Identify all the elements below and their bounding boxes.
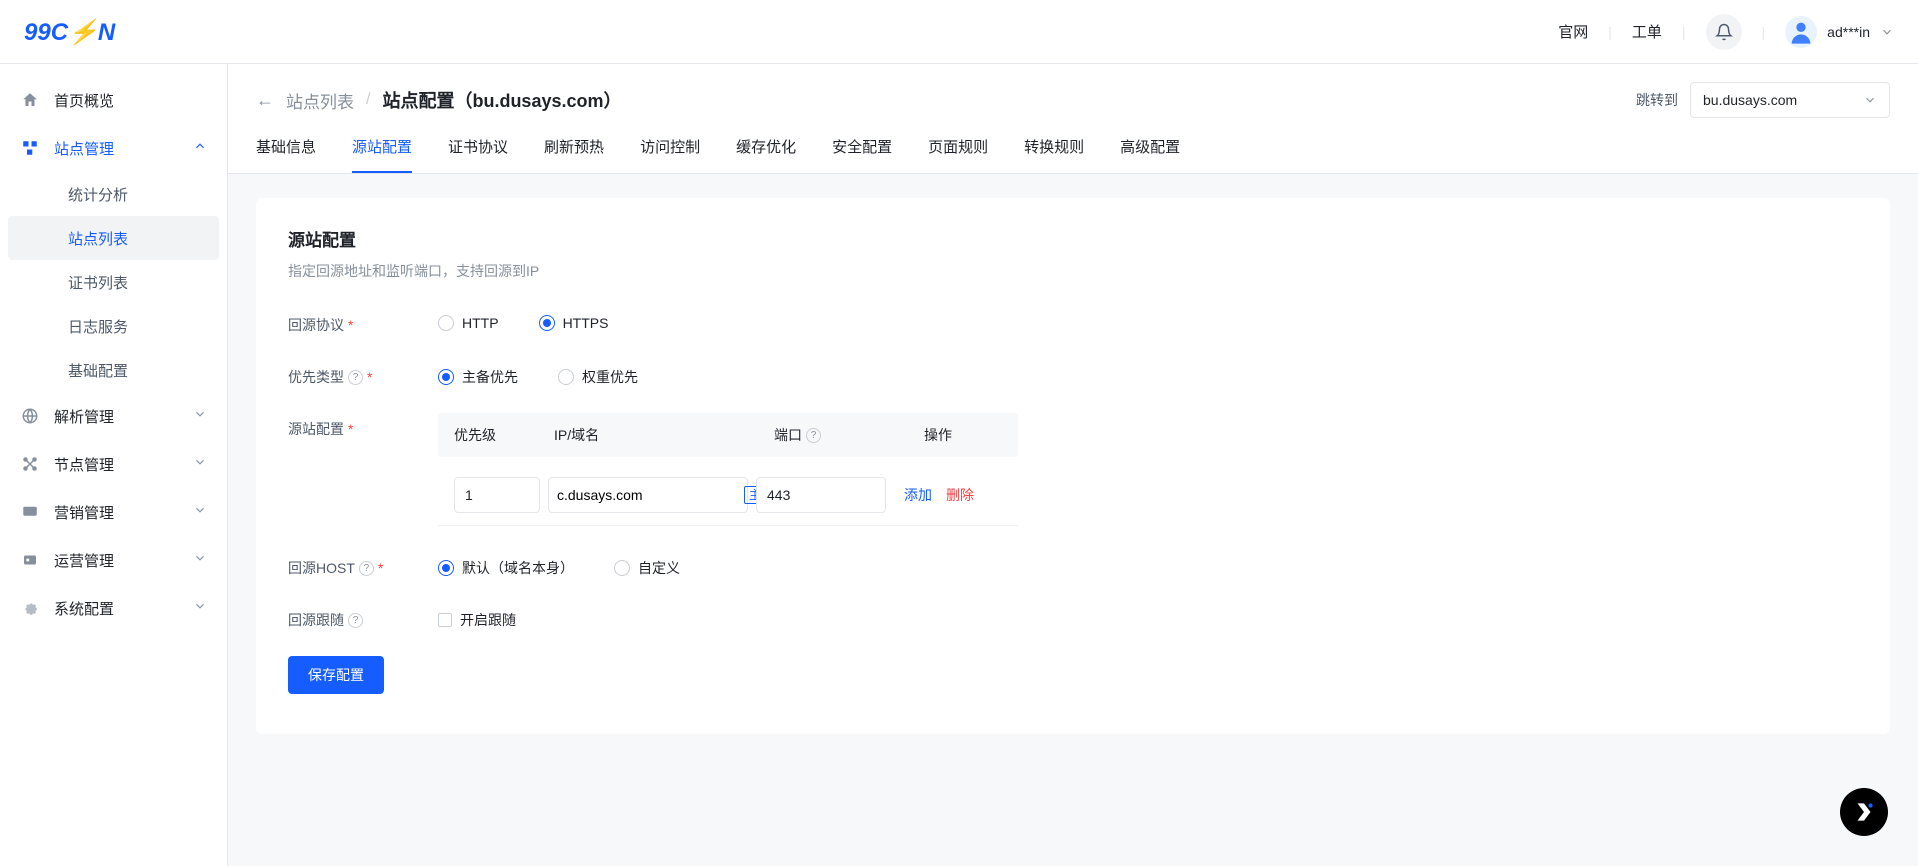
- logo[interactable]: 99C⚡N: [24, 16, 134, 48]
- delete-link[interactable]: 删除: [946, 485, 974, 505]
- breadcrumb-link[interactable]: 站点列表: [286, 88, 354, 113]
- gear-icon: [20, 598, 40, 618]
- domain-input-wrap[interactable]: 主: [548, 477, 748, 513]
- sites-icon: [20, 138, 40, 158]
- radio-https[interactable]: HTTPS: [539, 315, 609, 331]
- row-protocol: 回源协议 * HTTP HTTPS: [288, 309, 1858, 335]
- port-input[interactable]: [756, 477, 886, 513]
- avatar: [1785, 16, 1817, 48]
- official-site-link[interactable]: 官网: [1558, 21, 1588, 42]
- domain-input[interactable]: [557, 487, 738, 503]
- origin-table-header: 优先级 IP/域名 端口 ? 操作: [438, 413, 1018, 457]
- jump-area: 跳转到 bu.dusays.com: [1636, 82, 1890, 118]
- user-menu[interactable]: ad***in: [1785, 16, 1894, 48]
- notification-button[interactable]: [1706, 14, 1742, 50]
- follow-checkbox[interactable]: 开启跟随: [438, 604, 1858, 630]
- section-title: 源站配置: [288, 226, 1858, 251]
- radio-http[interactable]: HTTP: [438, 315, 499, 331]
- tab-page-rules[interactable]: 页面规则: [928, 136, 988, 173]
- home-icon: [20, 90, 40, 110]
- sidebar-item-marketing[interactable]: 营销管理: [0, 488, 227, 536]
- tab-basic-info[interactable]: 基础信息: [256, 136, 316, 173]
- sidebar-sub-site-list[interactable]: 站点列表: [8, 216, 219, 260]
- protocol-label: 回源协议 *: [288, 309, 438, 335]
- help-icon[interactable]: ?: [806, 428, 821, 443]
- chevron-down-icon: [1880, 25, 1894, 39]
- chevron-down-icon: [193, 551, 207, 569]
- add-link[interactable]: 添加: [904, 485, 932, 505]
- radio-host-custom[interactable]: 自定义: [614, 558, 680, 578]
- sidebar-sub-basic-config[interactable]: 基础配置: [0, 348, 227, 392]
- section-desc: 指定回源地址和监听端口，支持回源到IP: [288, 261, 1858, 281]
- radio-host-default[interactable]: 默认（域名本身）: [438, 558, 574, 578]
- svg-text:99C⚡N: 99C⚡N: [24, 18, 116, 46]
- row-priority-type: 优先类型 ? * 主备优先 权重优先: [288, 361, 1858, 387]
- marketing-icon: [20, 502, 40, 522]
- origin-table: 优先级 IP/域名 端口 ? 操作 主: [438, 413, 1018, 526]
- sidebar-sub-analytics[interactable]: 统计分析: [0, 172, 227, 216]
- tab-security[interactable]: 安全配置: [832, 136, 892, 173]
- tab-cert-protocol[interactable]: 证书协议: [448, 136, 508, 173]
- sidebar-item-dns[interactable]: 解析管理: [0, 392, 227, 440]
- row-origin-config: 源站配置 * 优先级 IP/域名 端口 ? 操作: [288, 413, 1858, 526]
- save-button[interactable]: 保存配置: [288, 656, 384, 694]
- radio-primary-backup[interactable]: 主备优先: [438, 367, 518, 387]
- breadcrumb-current: 站点配置（bu.dusays.com）: [382, 87, 621, 113]
- follow-label: 回源跟随 ?: [288, 604, 438, 630]
- chevron-down-icon: [193, 407, 207, 425]
- back-arrow-icon[interactable]: ←: [256, 90, 274, 111]
- ops-icon: [20, 550, 40, 570]
- bell-icon: [1715, 23, 1733, 41]
- content-card: 源站配置 指定回源地址和监听端口，支持回源到IP 回源协议 * HTTP HTT…: [256, 198, 1890, 734]
- nodes-icon: [20, 454, 40, 474]
- sidebar-sub-cert-list[interactable]: 证书列表: [0, 260, 227, 304]
- chevron-down-icon: [193, 455, 207, 473]
- col-domain: IP/域名: [554, 425, 774, 445]
- jump-select[interactable]: bu.dusays.com: [1690, 82, 1890, 118]
- tab-access-control[interactable]: 访问控制: [640, 136, 700, 173]
- tab-origin-config[interactable]: 源站配置: [352, 136, 412, 173]
- priority-input[interactable]: [454, 477, 540, 513]
- radio-weight[interactable]: 权重优先: [558, 367, 638, 387]
- sidebar-item-nodes[interactable]: 节点管理: [0, 440, 227, 488]
- origin-row: 主 添加 删除: [438, 457, 1018, 526]
- float-help-icon: [1851, 799, 1877, 825]
- help-icon[interactable]: ?: [348, 613, 363, 628]
- header-right: 官网 | 工单 | | ad***in: [1558, 14, 1894, 50]
- sidebar: 首页概览 站点管理 统计分析 站点列表 证书列表 日志服务 基础配置 解析管理 …: [0, 64, 228, 866]
- col-priority: 优先级: [454, 425, 554, 445]
- help-icon[interactable]: ?: [348, 370, 363, 385]
- header: 99C⚡N 官网 | 工单 | | ad***in: [0, 0, 1918, 64]
- chevron-down-icon: [193, 599, 207, 617]
- origin-config-label: 源站配置 *: [288, 413, 438, 439]
- tabs: 基础信息 源站配置 证书协议 刷新预热 访问控制 缓存优化 安全配置 页面规则 …: [228, 118, 1918, 174]
- float-help-button[interactable]: [1840, 788, 1888, 836]
- priority-type-label: 优先类型 ? *: [288, 361, 438, 387]
- chevron-down-icon: [193, 503, 207, 521]
- chevron-down-icon: [1863, 93, 1877, 107]
- host-label: 回源HOST ? *: [288, 552, 438, 578]
- ticket-link[interactable]: 工单: [1632, 21, 1662, 42]
- main-content: ← 站点列表 / 站点配置（bu.dusays.com） 跳转到 bu.dusa…: [228, 64, 1918, 866]
- col-action: 操作: [924, 425, 1002, 445]
- row-follow: 回源跟随 ? 开启跟随: [288, 604, 1858, 630]
- tab-advanced[interactable]: 高级配置: [1120, 136, 1180, 173]
- tab-cache-optimize[interactable]: 缓存优化: [736, 136, 796, 173]
- breadcrumb: ← 站点列表 / 站点配置（bu.dusays.com）: [256, 87, 622, 113]
- tab-refresh-preheat[interactable]: 刷新预热: [544, 136, 604, 173]
- username: ad***in: [1827, 24, 1870, 40]
- col-port: 端口 ?: [774, 425, 924, 445]
- sidebar-item-sites[interactable]: 站点管理: [0, 124, 227, 172]
- breadcrumb-bar: ← 站点列表 / 站点配置（bu.dusays.com） 跳转到 bu.dusa…: [228, 64, 1918, 118]
- tab-transform-rules[interactable]: 转换规则: [1024, 136, 1084, 173]
- dns-icon: [20, 406, 40, 426]
- help-icon[interactable]: ?: [359, 561, 374, 576]
- sidebar-sub-log-service[interactable]: 日志服务: [0, 304, 227, 348]
- jump-label: 跳转到: [1636, 90, 1678, 110]
- sidebar-item-home[interactable]: 首页概览: [0, 76, 227, 124]
- chevron-up-icon: [193, 139, 207, 157]
- sidebar-item-ops[interactable]: 运营管理: [0, 536, 227, 584]
- sidebar-item-settings[interactable]: 系统配置: [0, 584, 227, 632]
- row-host: 回源HOST ? * 默认（域名本身） 自定义: [288, 552, 1858, 578]
